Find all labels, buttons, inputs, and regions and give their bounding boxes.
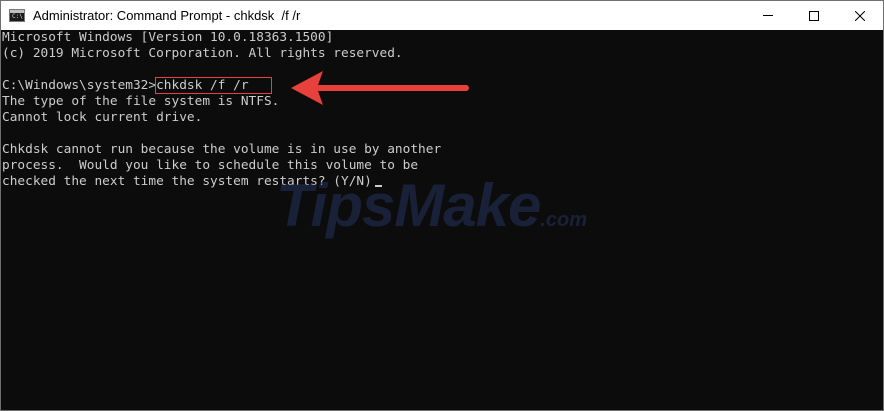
console-line: The type of the file system is NTFS. bbox=[2, 94, 280, 109]
close-icon[interactable] bbox=[837, 1, 883, 30]
maximize-icon[interactable] bbox=[791, 1, 837, 30]
cmd-icon-glyph: C:\ bbox=[12, 13, 23, 20]
console-line: Cannot lock current drive. bbox=[2, 110, 203, 125]
console-line: Chkdsk cannot run because the volume is … bbox=[2, 142, 442, 157]
command-prompt-path: C:\Windows\system32> bbox=[2, 78, 157, 93]
console-line: (c) 2019 Microsoft Corporation. All righ… bbox=[2, 46, 403, 61]
watermark-brand: TipsMake bbox=[276, 172, 541, 239]
window-controls bbox=[745, 1, 883, 30]
command-prompt-window: C:\ Administrator: Command Prompt - chkd… bbox=[0, 0, 884, 411]
console-prompt-line: C:\Windows\system32>chkdsk /f /r bbox=[2, 77, 883, 94]
cmd-icon: C:\ bbox=[9, 9, 25, 22]
minimize-icon[interactable] bbox=[745, 1, 791, 30]
highlighted-command: chkdsk /f /r bbox=[155, 77, 272, 94]
title-bar[interactable]: C:\ Administrator: Command Prompt - chkd… bbox=[1, 1, 883, 30]
watermark-logo: TipsMake.com bbox=[276, 171, 587, 240]
console-line: Microsoft Windows [Version 10.0.18363.15… bbox=[2, 30, 334, 45]
window-title: Administrator: Command Prompt - chkdsk /… bbox=[33, 8, 301, 23]
watermark-suffix: .com bbox=[540, 209, 588, 231]
